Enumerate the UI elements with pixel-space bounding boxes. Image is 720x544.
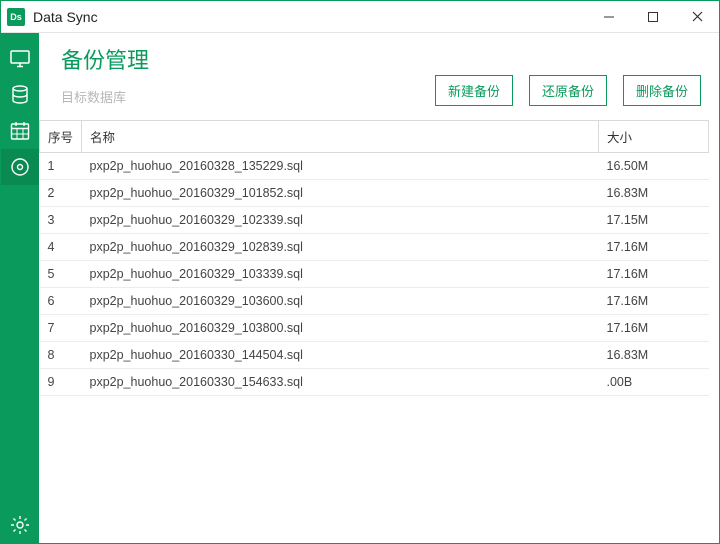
col-name[interactable]: 名称 [82, 121, 599, 153]
table-row[interactable]: 6pxp2p_huohuo_20160329_103600.sql17.16M [40, 288, 709, 315]
disc-icon [10, 157, 30, 177]
sidebar-item-database[interactable] [1, 77, 39, 113]
cell-name: pxp2p_huohuo_20160329_101852.sql [82, 180, 599, 207]
calendar-icon [10, 121, 30, 141]
page-title: 备份管理 [61, 43, 701, 75]
database-icon [11, 85, 29, 105]
sidebar-item-calendar[interactable] [1, 113, 39, 149]
table-row[interactable]: 1pxp2p_huohuo_20160328_135229.sql16.50M [40, 153, 709, 180]
new-backup-button[interactable]: 新建备份 [435, 75, 513, 106]
page-subtitle: 目标数据库 [61, 87, 126, 106]
cell-index: 3 [40, 207, 82, 234]
settings-icon [10, 515, 30, 535]
main-content: 备份管理 目标数据库 新建备份 还原备份 删除备份 序号 名称 [39, 33, 719, 543]
cell-size: 17.16M [599, 315, 709, 342]
table-row[interactable]: 5pxp2p_huohuo_20160329_103339.sql17.16M [40, 261, 709, 288]
col-size[interactable]: 大小 [599, 121, 709, 153]
table-row[interactable]: 4pxp2p_huohuo_20160329_102839.sql17.16M [40, 234, 709, 261]
table-row[interactable]: 2pxp2p_huohuo_20160329_101852.sql16.83M [40, 180, 709, 207]
cell-name: pxp2p_huohuo_20160329_103600.sql [82, 288, 599, 315]
table-body: 1pxp2p_huohuo_20160328_135229.sql16.50M2… [40, 153, 709, 396]
cell-name: pxp2p_huohuo_20160329_102339.sql [82, 207, 599, 234]
close-button[interactable] [675, 2, 719, 32]
cell-size: 17.16M [599, 288, 709, 315]
table-row[interactable]: 9pxp2p_huohuo_20160330_154633.sql.00B [40, 369, 709, 396]
cell-name: pxp2p_huohuo_20160330_154633.sql [82, 369, 599, 396]
titlebar: Ds Data Sync [1, 1, 719, 33]
cell-name: pxp2p_huohuo_20160329_102839.sql [82, 234, 599, 261]
app-body: 备份管理 目标数据库 新建备份 还原备份 删除备份 序号 名称 [1, 33, 719, 543]
table-row[interactable]: 7pxp2p_huohuo_20160329_103800.sql17.16M [40, 315, 709, 342]
monitor-icon [10, 50, 30, 68]
cell-name: pxp2p_huohuo_20160328_135229.sql [82, 153, 599, 180]
table-row[interactable]: 8pxp2p_huohuo_20160330_144504.sql16.83M [40, 342, 709, 369]
app-window: Ds Data Sync [0, 0, 720, 544]
sidebar-item-disc[interactable] [1, 149, 39, 185]
action-bar: 新建备份 还原备份 删除备份 [435, 75, 701, 106]
cell-size: 16.83M [599, 180, 709, 207]
minimize-button[interactable] [587, 2, 631, 32]
cell-size: .00B [599, 369, 709, 396]
cell-size: 17.15M [599, 207, 709, 234]
maximize-icon [648, 12, 658, 22]
window-title: Data Sync [33, 9, 587, 25]
app-logo-icon: Ds [7, 8, 25, 26]
cell-size: 17.16M [599, 261, 709, 288]
cell-name: pxp2p_huohuo_20160329_103800.sql [82, 315, 599, 342]
delete-backup-button[interactable]: 删除备份 [623, 75, 701, 106]
cell-index: 5 [40, 261, 82, 288]
cell-index: 4 [40, 234, 82, 261]
sidebar [1, 33, 39, 543]
table-row[interactable]: 3pxp2p_huohuo_20160329_102339.sql17.15M [40, 207, 709, 234]
backup-table: 序号 名称 大小 1pxp2p_huohuo_20160328_135229.s… [39, 120, 709, 396]
cell-size: 17.16M [599, 234, 709, 261]
cell-name: pxp2p_huohuo_20160330_144504.sql [82, 342, 599, 369]
sidebar-item-monitor[interactable] [1, 41, 39, 77]
cell-index: 2 [40, 180, 82, 207]
cell-index: 1 [40, 153, 82, 180]
minimize-icon [604, 12, 614, 22]
cell-name: pxp2p_huohuo_20160329_103339.sql [82, 261, 599, 288]
table-header-row: 序号 名称 大小 [40, 121, 709, 153]
cell-index: 8 [40, 342, 82, 369]
sidebar-item-settings[interactable] [1, 507, 39, 543]
close-icon [692, 11, 703, 22]
col-index[interactable]: 序号 [40, 121, 82, 153]
cell-index: 6 [40, 288, 82, 315]
header-row: 目标数据库 新建备份 还原备份 删除备份 [61, 75, 701, 106]
page-header: 备份管理 目标数据库 新建备份 还原备份 删除备份 [39, 33, 719, 112]
cell-index: 9 [40, 369, 82, 396]
cell-size: 16.50M [599, 153, 709, 180]
cell-index: 7 [40, 315, 82, 342]
table-wrapper[interactable]: 序号 名称 大小 1pxp2p_huohuo_20160328_135229.s… [39, 120, 709, 533]
cell-size: 16.83M [599, 342, 709, 369]
maximize-button[interactable] [631, 2, 675, 32]
restore-backup-button[interactable]: 还原备份 [529, 75, 607, 106]
